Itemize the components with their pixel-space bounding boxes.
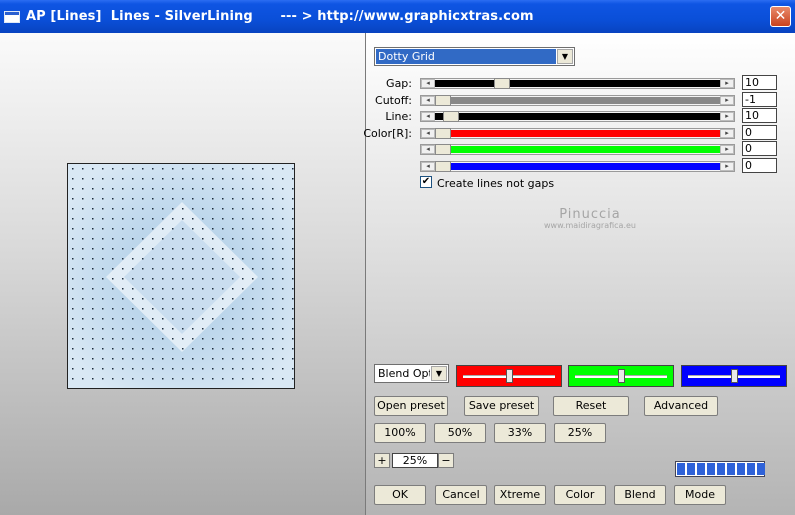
progress-cell (757, 463, 765, 475)
slider-label-color-r: Color[R]: (363, 127, 412, 140)
color-slider-red[interactable] (456, 365, 562, 387)
progress-cell (737, 463, 745, 475)
open-preset-button[interactable]: Open preset (374, 396, 448, 416)
scroll-left-icon[interactable]: ◂ (421, 162, 435, 171)
slider-value-color-g[interactable]: 0 (742, 141, 777, 156)
progress-cell (707, 463, 715, 475)
color-slider-blue[interactable] (681, 365, 787, 387)
slider-thumb[interactable] (443, 111, 459, 122)
scroll-right-icon[interactable]: ▸ (720, 162, 734, 171)
zoom-50-button[interactable]: 50% (434, 423, 486, 443)
color-slider-green[interactable] (568, 365, 674, 387)
slider-value-cutoff[interactable]: -1 (742, 92, 777, 107)
progress-indicator (675, 461, 765, 477)
slider-line[interactable]: ◂ ▸ (420, 111, 735, 122)
zoom-33-button[interactable]: 33% (494, 423, 546, 443)
checkmark-icon: ✔ (421, 176, 431, 187)
progress-cell (717, 463, 725, 475)
scroll-right-icon[interactable]: ▸ (720, 129, 734, 138)
slider-thumb[interactable] (435, 144, 451, 155)
advanced-button[interactable]: Advanced (644, 396, 718, 416)
slider-value-color-r[interactable]: 0 (742, 125, 777, 140)
slider-color-g[interactable]: ◂ ▸ (420, 144, 735, 155)
watermark-name: Pinuccia (559, 207, 621, 222)
slider-fill (435, 163, 720, 170)
effect-dropdown-value: Dotty Grid (376, 49, 556, 64)
slider-thumb[interactable] (435, 161, 451, 172)
effect-dropdown[interactable]: Dotty Grid ▼ (374, 47, 575, 66)
scroll-right-icon[interactable]: ▸ (720, 112, 734, 121)
create-lines-checkbox[interactable]: ✔ (420, 176, 432, 188)
progress-cell (697, 463, 705, 475)
color-slider-thumb[interactable] (506, 369, 513, 383)
slider-thumb[interactable] (435, 95, 451, 106)
scroll-left-icon[interactable]: ◂ (421, 96, 435, 105)
cancel-button[interactable]: Cancel (435, 485, 487, 505)
blend-options-dropdown[interactable]: Blend Optic ▼ (374, 364, 449, 383)
zoom-25-button[interactable]: 25% (554, 423, 606, 443)
scroll-right-icon[interactable]: ▸ (720, 96, 734, 105)
slider-fill (435, 97, 720, 104)
scroll-left-icon[interactable]: ◂ (421, 79, 435, 88)
preview-pattern (68, 164, 294, 388)
zoom-out-button[interactable]: − (438, 453, 454, 468)
color-slider-thumb[interactable] (618, 369, 625, 383)
progress-cell (727, 463, 735, 475)
scroll-right-icon[interactable]: ▸ (720, 145, 734, 154)
xtreme-button[interactable]: Xtreme (494, 485, 546, 505)
slider-fill (435, 113, 720, 120)
create-lines-label: Create lines not gaps (437, 177, 555, 190)
save-preset-button[interactable]: Save preset (464, 396, 539, 416)
slider-label-gap: Gap: (386, 77, 412, 90)
slider-fill (435, 80, 720, 87)
slider-color-b[interactable]: ◂ ▸ (420, 161, 735, 172)
progress-cell (747, 463, 755, 475)
progress-cell (677, 463, 685, 475)
slider-fill (435, 146, 720, 153)
slider-thumb[interactable] (494, 78, 510, 89)
slider-value-line[interactable]: 10 (742, 108, 777, 123)
color-slider-thumb[interactable] (731, 369, 738, 383)
zoom-in-button[interactable]: + (374, 453, 390, 468)
slider-thumb[interactable] (435, 128, 451, 139)
close-icon: ✕ (774, 8, 787, 24)
slider-gap[interactable]: ◂ ▸ (420, 78, 735, 89)
slider-cutoff[interactable]: ◂ ▸ (420, 95, 735, 106)
ok-button[interactable]: OK (374, 485, 426, 505)
watermark: Pinuccia www.maidiragrafica.eu (520, 207, 660, 230)
slider-fill (435, 130, 720, 137)
mode-button[interactable]: Mode (674, 485, 726, 505)
title-bar: AP [Lines] Lines - SilverLining --- > ht… (0, 0, 795, 33)
window-title: AP [Lines] Lines - SilverLining --- > ht… (26, 9, 534, 24)
watermark-url: www.maidiragrafica.eu (544, 221, 636, 230)
slider-label-line: Line: (385, 110, 412, 123)
slider-color-r[interactable]: ◂ ▸ (420, 128, 735, 139)
reset-button[interactable]: Reset (553, 396, 629, 416)
scroll-left-icon[interactable]: ◂ (421, 112, 435, 121)
preview-image (67, 163, 295, 389)
slider-value-color-b[interactable]: 0 (742, 158, 777, 173)
blend-options-value: Blend Optic (376, 366, 430, 381)
window-icon (4, 10, 20, 23)
slider-value-gap[interactable]: 10 (742, 75, 777, 90)
slider-label-cutoff: Cutoff: (375, 94, 412, 107)
chevron-down-icon[interactable]: ▼ (431, 366, 447, 381)
chevron-down-icon[interactable]: ▼ (557, 49, 573, 64)
scroll-right-icon[interactable]: ▸ (720, 79, 734, 88)
scroll-left-icon[interactable]: ◂ (421, 129, 435, 138)
progress-cell (687, 463, 695, 475)
close-button[interactable]: ✕ (770, 6, 791, 27)
color-button[interactable]: Color (554, 485, 606, 505)
blend-button[interactable]: Blend (614, 485, 666, 505)
scroll-left-icon[interactable]: ◂ (421, 145, 435, 154)
zoom-100-button[interactable]: 100% (374, 423, 426, 443)
zoom-value-field[interactable]: 25% (392, 453, 438, 468)
